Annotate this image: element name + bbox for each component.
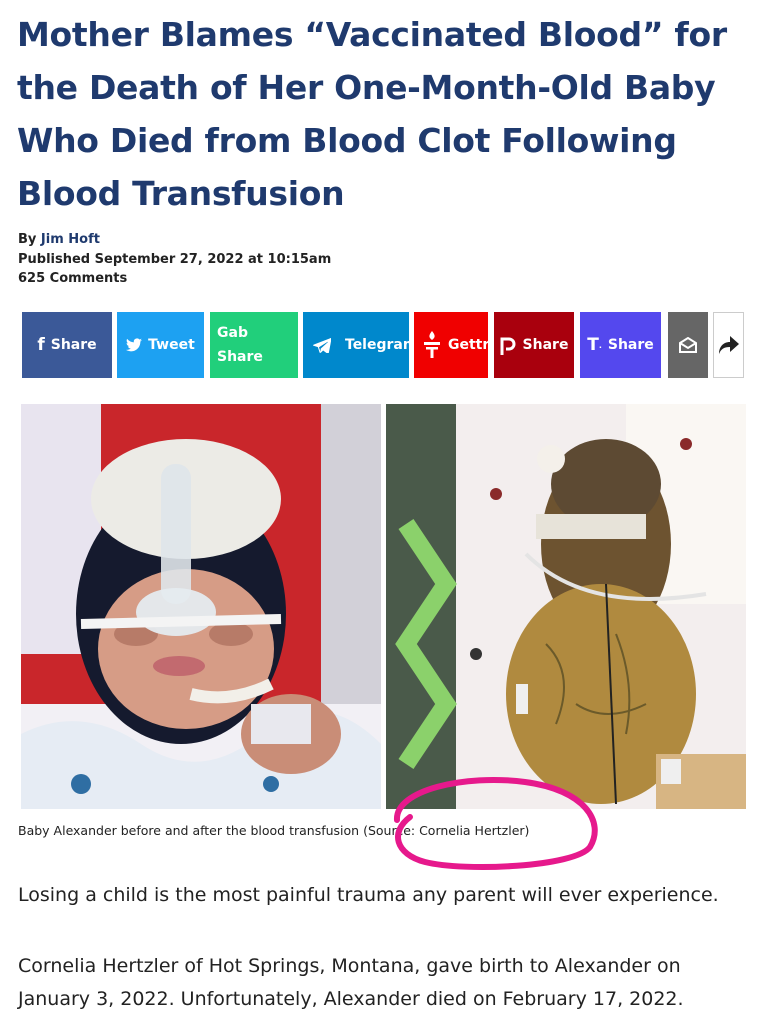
facebook-share-label: Share (50, 337, 97, 353)
article-image (21, 404, 746, 809)
truth-social-share-button[interactable]: T. Share (580, 312, 661, 378)
comments-count[interactable]: 625 Comments (18, 269, 331, 289)
twitter-icon (126, 338, 143, 352)
article-meta: By Jim Hoft Published September 27, 2022… (18, 230, 331, 289)
telegram-share-button[interactable]: Telegram (303, 312, 409, 378)
image-caption: Baby Alexander before and after the bloo… (18, 823, 530, 838)
parler-icon (500, 335, 517, 355)
article-paragraph: Losing a child is the most painful traum… (18, 884, 719, 906)
truth-social-icon: T. (587, 335, 602, 355)
email-share-button[interactable] (668, 312, 708, 378)
telegram-icon (313, 337, 331, 353)
more-share-button[interactable] (713, 312, 744, 378)
email-icon (679, 337, 697, 353)
photo-before-transfusion (21, 404, 381, 809)
byline-prefix: By (18, 232, 37, 247)
article-paragraph: Cornelia Hertzler of Hot Springs, Montan… (18, 955, 684, 1010)
parler-share-button[interactable]: Share (494, 312, 574, 378)
share-arrow-icon (718, 336, 739, 354)
gettr-label: Gettr (448, 337, 488, 353)
gettr-icon (423, 330, 441, 360)
author-link[interactable]: Jim Hoft (41, 232, 100, 247)
telegram-label: Telegram (345, 337, 409, 353)
gab-share-button[interactable]: Gab Share (210, 312, 298, 378)
gab-share-label: Gab Share (217, 325, 263, 365)
published-date: Published September 27, 2022 at 10:15am (18, 251, 332, 267)
parler-share-label: Share (522, 337, 569, 353)
twitter-tweet-label: Tweet (148, 337, 195, 353)
facebook-share-button[interactable]: f Share (22, 312, 112, 378)
facebook-icon: f (37, 335, 45, 355)
truth-social-share-label: Share (607, 337, 654, 353)
article-headline: Mother Blames “Vaccinated Blood” for the… (17, 15, 727, 213)
gettr-share-button[interactable]: Gettr (414, 312, 488, 378)
photo-after-transfusion (386, 404, 746, 809)
byline: By Jim Hoft (18, 230, 331, 250)
twitter-tweet-button[interactable]: Tweet (117, 312, 204, 378)
